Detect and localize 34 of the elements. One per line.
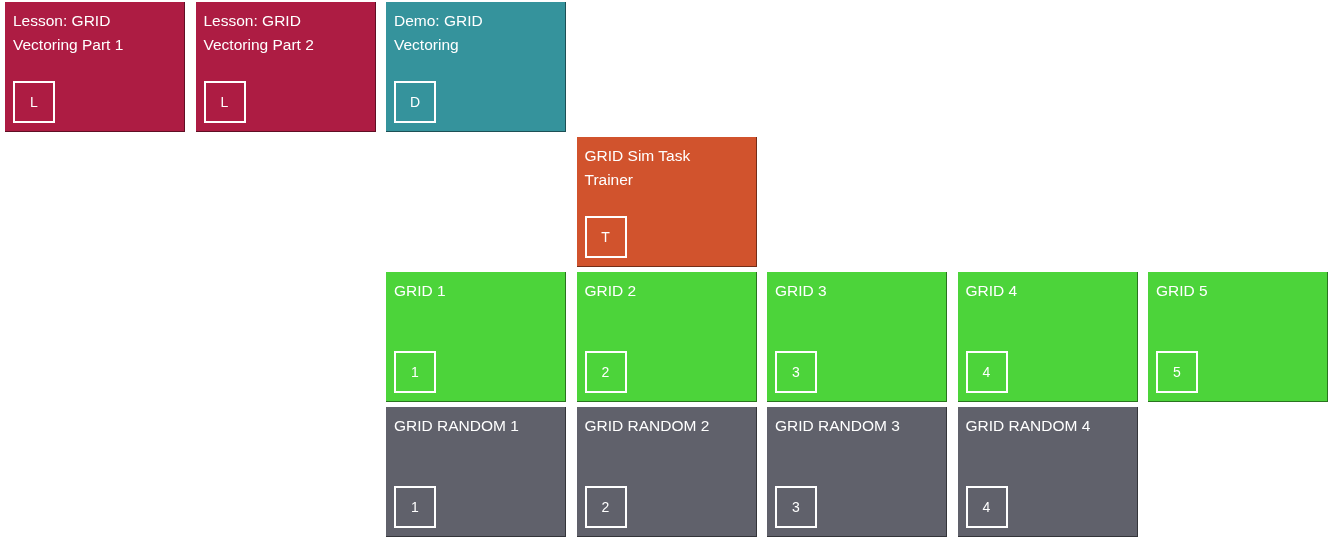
tile-title: GRID RANDOM 3	[775, 416, 901, 436]
tile-badge: T	[584, 216, 627, 258]
tile-title: GRID 4	[965, 281, 1019, 301]
tile-title: GRID RANDOM 2	[584, 416, 711, 436]
tile[interactable]: GRID RANDOM 4 4	[957, 407, 1138, 537]
tile-title: Lesson: GRID Vectoring Part 1	[13, 11, 125, 55]
tile[interactable]: Lesson: GRID Vectoring Part 2 L	[195, 2, 376, 132]
tile[interactable]: GRID RANDOM 2 2	[576, 407, 757, 537]
tile-badge: 4	[965, 486, 1008, 528]
tile-title: GRID 1	[394, 281, 447, 301]
tile[interactable]: GRID RANDOM 3 3	[767, 407, 947, 537]
tile-title: GRID 2	[584, 281, 638, 301]
tile-title: Demo: GRID Vectoring	[394, 11, 484, 55]
tile-title: Lesson: GRID Vectoring Part 2	[203, 11, 315, 55]
tile-title: GRID 3	[775, 281, 828, 301]
tile-badge: 1	[394, 486, 436, 528]
tile-badge: 3	[775, 486, 817, 528]
tile-title: GRID RANDOM 4	[965, 416, 1092, 436]
tile-badge: 3	[775, 351, 817, 393]
tile[interactable]: Demo: GRID Vectoring D	[386, 2, 566, 132]
tile-badge: 2	[584, 351, 627, 393]
tile-title: GRID 5	[1156, 281, 1209, 301]
tile[interactable]: GRID RANDOM 1 1	[386, 407, 566, 537]
tile-badge: 1	[394, 351, 436, 393]
tile-title: GRID Sim Task Trainer	[584, 146, 692, 190]
tile[interactable]: GRID Sim Task Trainer T	[576, 137, 757, 267]
tile-badge: 2	[584, 486, 627, 528]
tile-badge: L	[13, 81, 55, 123]
tile-badge: 4	[965, 351, 1008, 393]
tile-title: GRID RANDOM 1	[394, 416, 520, 436]
tile-badge: 5	[1156, 351, 1198, 393]
tile-badge: L	[203, 81, 246, 123]
tile-badge: D	[394, 81, 436, 123]
tile[interactable]: Lesson: GRID Vectoring Part 1 L	[5, 2, 185, 132]
